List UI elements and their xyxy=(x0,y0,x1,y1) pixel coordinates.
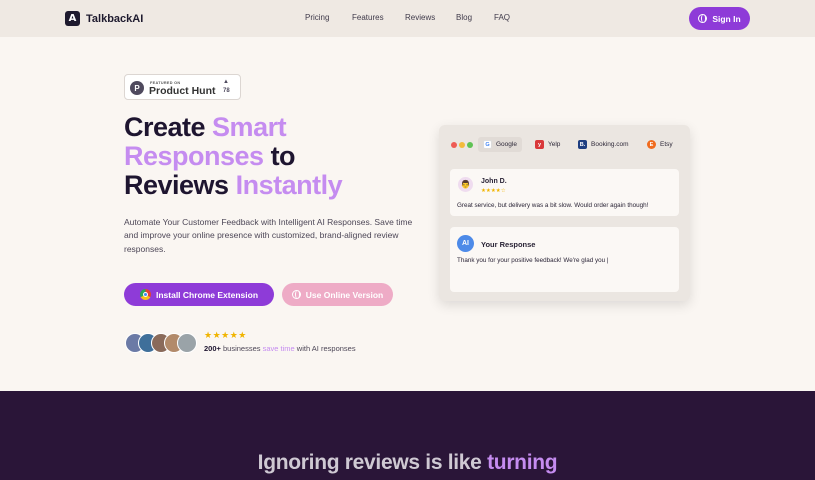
product-hunt-badge[interactable]: P FEATURED ON Product Hunt ▲ 78 xyxy=(124,74,241,100)
tab-label: Yelp xyxy=(548,141,561,148)
hero-description: Automate Your Customer Feedback with Int… xyxy=(124,217,413,254)
nav-link-reviews[interactable]: Reviews xyxy=(405,13,435,22)
problem-section: Ignoring reviews is like turning xyxy=(0,391,815,480)
window-dot-green xyxy=(467,142,473,148)
tab-etsy[interactable]: E Etsy xyxy=(642,137,678,152)
use-online-version-button[interactable]: Use Online Version xyxy=(282,283,393,306)
chrome-icon xyxy=(139,289,151,300)
window-dot-yellow xyxy=(459,142,465,148)
section-title-part: Ignoring reviews is like xyxy=(257,451,488,474)
hero-title-accent: Smart xyxy=(212,112,287,142)
hero-title-part: Reviews xyxy=(124,170,236,200)
tab-yelp[interactable]: y Yelp xyxy=(530,137,565,152)
hero-title-part: to xyxy=(263,141,296,171)
brand-name: TalkbackAI xyxy=(86,12,144,25)
rating-stars: ★★★★★ xyxy=(204,331,247,341)
hero-title-accent: Responses xyxy=(124,141,264,171)
section-title: Ignoring reviews is like turning xyxy=(0,449,815,477)
reviewer-avatar: 👨 xyxy=(458,177,473,192)
customer-avatars xyxy=(125,333,200,353)
review-card: 👨 John D. ★★★★☆ Great service, but deliv… xyxy=(450,169,679,216)
badge-vote-count: 78 xyxy=(223,88,230,94)
globe-icon xyxy=(698,14,708,23)
proof-text: with AI responses xyxy=(294,344,356,353)
proof-highlight: save time xyxy=(262,344,295,353)
google-icon: G xyxy=(483,140,492,149)
tab-booking[interactable]: B. Booking.com xyxy=(573,137,634,152)
proof-count: 200+ xyxy=(204,344,221,353)
top-navbar: A TalkbackAI Pricing Features Reviews Bl… xyxy=(0,0,815,37)
badge-name: Product Hunt xyxy=(149,85,216,97)
nav-link-pricing[interactable]: Pricing xyxy=(305,13,329,22)
sign-in-button[interactable]: Sign In xyxy=(689,7,750,30)
install-chrome-extension-button[interactable]: Install Chrome Extension xyxy=(124,283,274,306)
window-dot-red xyxy=(451,142,457,148)
response-text[interactable]: Thank you for your positive feedback! We… xyxy=(457,257,608,264)
hero-title-accent: Instantly xyxy=(235,170,343,200)
review-text: Great service, but delivery was a bit sl… xyxy=(457,202,649,209)
avatar xyxy=(177,333,197,353)
etsy-icon: E xyxy=(647,140,656,149)
booking-icon: B. xyxy=(578,140,587,149)
cta-primary-label: Install Chrome Extension xyxy=(155,289,259,300)
response-title: Your Response xyxy=(481,240,536,249)
social-proof-text: 200+ businesses save time with AI respon… xyxy=(204,344,356,353)
tab-label: Google xyxy=(496,141,517,148)
proof-text: businesses xyxy=(220,344,263,353)
tab-label: Etsy xyxy=(660,141,673,148)
nav-link-features[interactable]: Features xyxy=(352,13,384,22)
tab-label: Booking.com xyxy=(591,141,629,148)
globe-icon xyxy=(291,290,301,299)
cta-secondary-label: Use Online Version xyxy=(305,289,384,300)
hero-title-part: Create xyxy=(124,112,213,142)
nav-link-blog[interactable]: Blog xyxy=(456,13,472,22)
hero-title: Create Smart Responses to Reviews Instan… xyxy=(124,112,343,200)
logo-icon: A xyxy=(65,11,80,26)
review-mockup-window: G Google y Yelp B. Booking.com E Etsy 👨 … xyxy=(439,125,690,301)
upvote-arrow-icon: ▲ xyxy=(223,79,229,85)
review-stars: ★★★★☆ xyxy=(481,188,506,194)
ai-avatar: AI xyxy=(457,235,474,252)
tab-google[interactable]: G Google xyxy=(478,137,522,152)
reviewer-name: John D. xyxy=(481,178,507,185)
brand-logo[interactable]: A TalkbackAI xyxy=(65,11,143,26)
sign-in-label: Sign In xyxy=(712,13,741,24)
product-hunt-icon: P xyxy=(130,81,144,95)
nav-link-faq[interactable]: FAQ xyxy=(494,13,510,22)
response-card[interactable]: AI Your Response Thank you for your posi… xyxy=(450,227,679,292)
section-title-accent: turning xyxy=(487,451,558,474)
yelp-icon: y xyxy=(535,140,544,149)
